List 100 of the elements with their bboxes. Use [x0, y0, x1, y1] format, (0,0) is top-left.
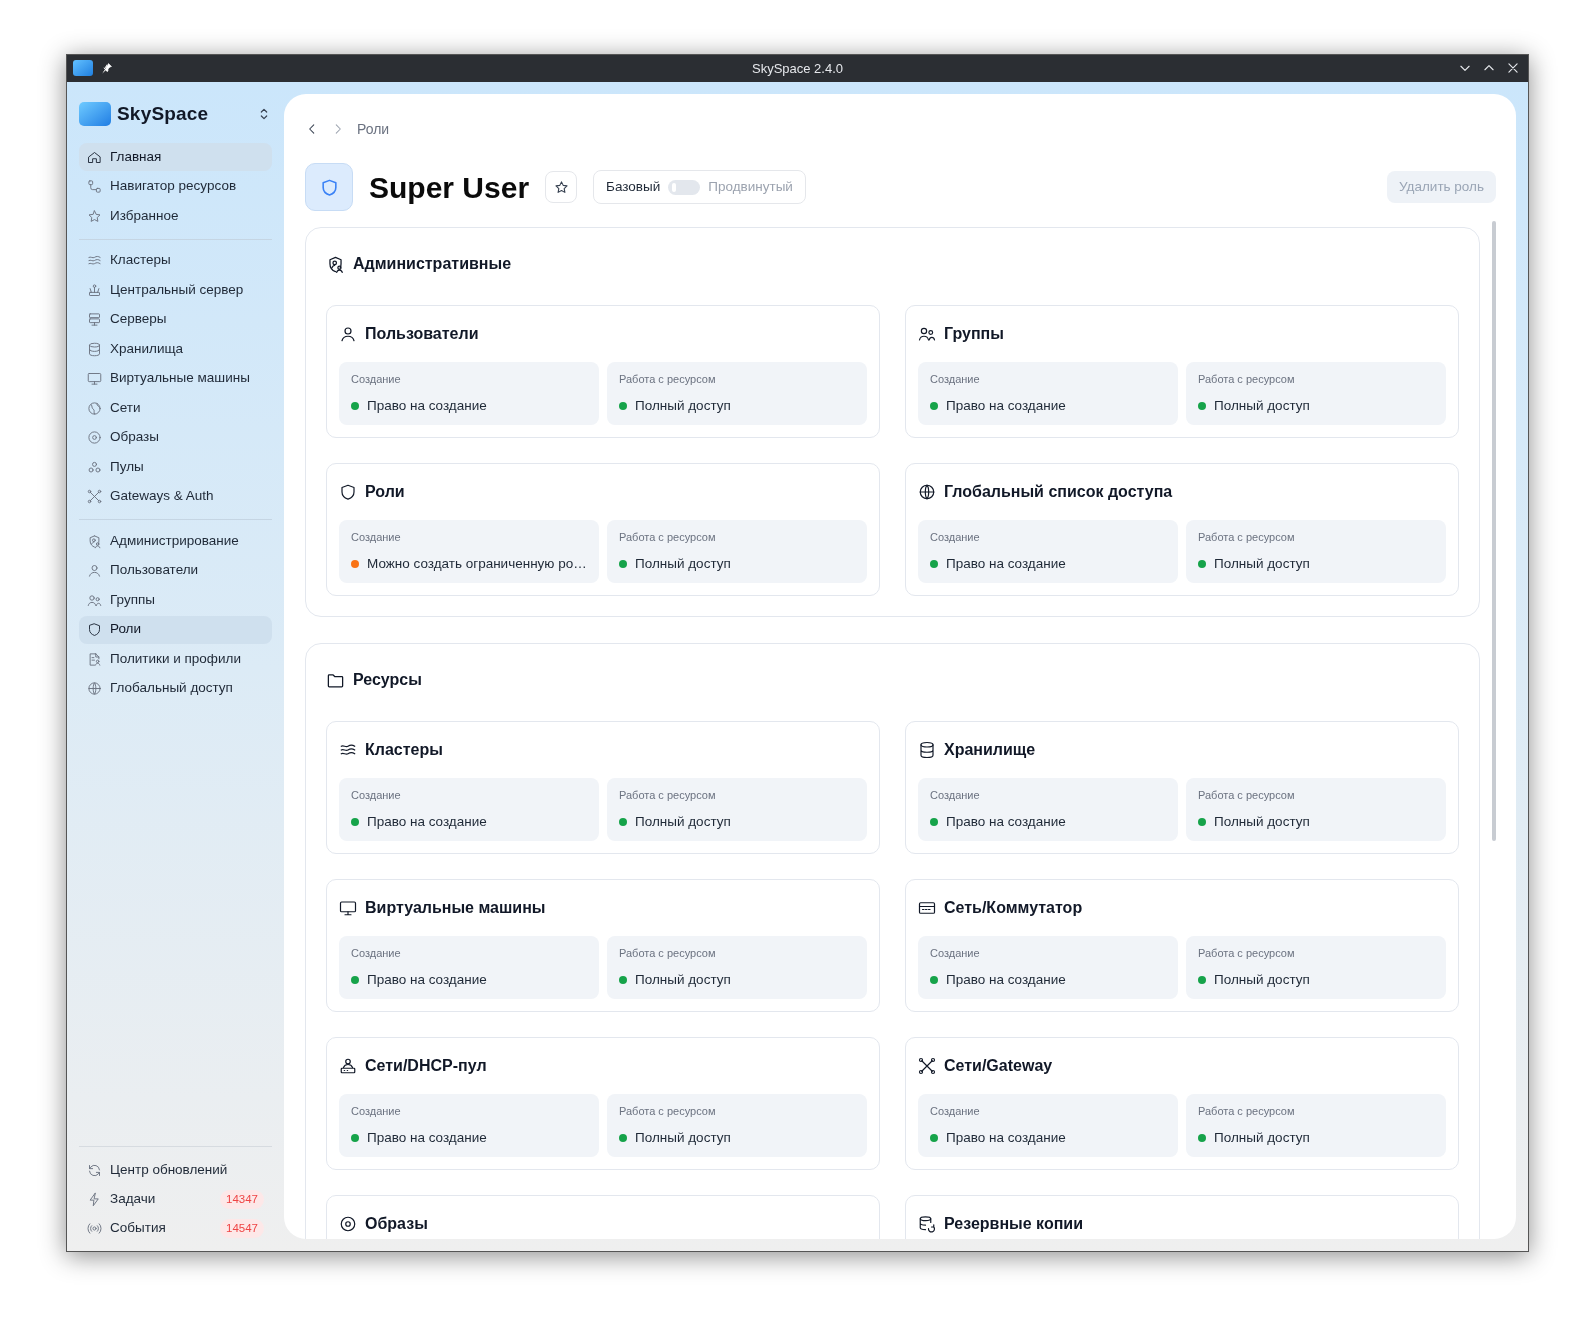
star-icon — [553, 179, 569, 195]
permission-label: Работа с ресурсом — [1198, 1104, 1296, 1119]
database-icon — [87, 341, 102, 357]
sidebar-item[interactable]: Образы — [79, 423, 272, 452]
sidebar-item[interactable]: События — [87, 1218, 166, 1239]
sidebar-item[interactable]: Кластеры — [79, 246, 272, 275]
sidebar-item[interactable]: Хранилища — [79, 335, 272, 363]
sidebar-item[interactable]: Виртуальные машины — [79, 364, 272, 393]
card-title: Глобальный список доступа — [944, 482, 1173, 502]
network-user-icon — [339, 1057, 357, 1075]
hub-icon — [87, 282, 102, 298]
pin-icon — [101, 62, 113, 74]
admin-shield-icon — [87, 533, 102, 549]
permission-label: Создание — [930, 372, 981, 387]
permission-value: Право на создание — [946, 813, 1066, 831]
section-title: Административные — [353, 254, 512, 274]
monitor-icon — [339, 899, 357, 917]
gateway-icon — [87, 489, 102, 504]
user-icon — [87, 563, 102, 578]
card-title: Кластеры — [365, 740, 443, 760]
users-icon — [87, 592, 102, 608]
sidebar-item[interactable]: Политики и профили — [79, 645, 272, 673]
sidebar-item[interactable]: Роли — [79, 615, 272, 644]
sidebar-item[interactable]: Gateways & Auth — [79, 482, 272, 511]
permission-label: Работа с ресурсом — [1198, 788, 1296, 803]
sidebar-item[interactable]: Центральный сервер — [79, 276, 272, 304]
sidebar-item[interactable]: Группы — [79, 586, 272, 614]
sidebar-item[interactable]: Серверы — [79, 305, 272, 334]
shield-icon — [319, 177, 339, 197]
network-icon — [87, 400, 102, 416]
card-title: Сети/Gateway — [944, 1056, 1053, 1076]
monitor-icon — [87, 371, 102, 386]
permission-value: Право на создание — [946, 971, 1066, 989]
permission-value: Полный доступ — [1214, 1129, 1310, 1147]
sidebar-item[interactable]: Глобальный доступ — [79, 674, 272, 703]
scrollbar-thumb[interactable] — [1492, 221, 1496, 841]
permission-label: Работа с ресурсом — [619, 946, 717, 961]
card-title: Хранилище — [944, 740, 1036, 760]
close-button[interactable] — [1506, 61, 1520, 75]
permission-label: Работа с ресурсом — [619, 530, 717, 545]
permission-value: Полный доступ — [1214, 397, 1310, 415]
card-title: Пользователи — [365, 324, 479, 344]
favorite-button[interactable] — [545, 171, 578, 203]
permission-label: Работа с ресурсом — [619, 1104, 717, 1119]
toggle-switch[interactable] — [668, 179, 701, 195]
disc-icon — [339, 1215, 357, 1233]
permission-label: Создание — [930, 530, 981, 545]
permission-value: Можно создать ограниченную ро… — [367, 555, 587, 573]
breadcrumb: Роли — [357, 119, 390, 139]
permission-value: Право на создание — [367, 397, 487, 415]
sidebar-item[interactable]: Администрирование — [79, 527, 272, 555]
gateway-icon — [918, 1057, 936, 1075]
sidebar-item[interactable]: Главная — [79, 143, 272, 171]
lightning-icon — [87, 1192, 102, 1207]
permission-label: Работа с ресурсом — [619, 372, 717, 387]
mode-label: Базовый — [606, 177, 661, 196]
sidebar-item[interactable]: Избранное — [79, 202, 272, 230]
permission-label: Работа с ресурсом — [1198, 946, 1296, 961]
permission-value: Право на создание — [946, 397, 1066, 415]
permission-label: Создание — [930, 1104, 981, 1119]
sidebar-item[interactable]: Пулы — [79, 453, 272, 481]
permission-label: Создание — [351, 946, 402, 961]
count-badge: 14547 — [220, 1218, 264, 1239]
sidebar-item[interactable]: Навигатор ресурсов — [79, 172, 272, 201]
card-title: Группы — [944, 324, 1004, 344]
circles-icon — [87, 459, 102, 475]
section-title: Ресурсы — [353, 670, 422, 690]
admin-shield-icon — [326, 254, 345, 274]
shield-icon — [87, 622, 102, 637]
app-icon — [73, 60, 93, 76]
permission-label: Создание — [930, 946, 981, 961]
refresh-icon — [87, 1163, 102, 1178]
permission-value: Полный доступ — [635, 1129, 731, 1147]
sidebar-item[interactable]: Задачи — [87, 1189, 156, 1210]
close-icon — [1506, 61, 1520, 75]
star-icon — [87, 208, 102, 224]
globe-icon — [87, 681, 102, 696]
sidebar-item[interactable]: Пользователи — [79, 556, 272, 585]
user-icon — [339, 325, 357, 343]
permission-label: Создание — [351, 1104, 402, 1119]
document-user-icon — [87, 651, 102, 667]
permission-label: Создание — [351, 530, 402, 545]
permission-label: Создание — [930, 788, 981, 803]
sidebar-item[interactable]: Сети — [79, 394, 272, 422]
permission-value: Право на создание — [367, 971, 487, 989]
card-title: Резервные копии — [944, 1214, 1083, 1234]
card-title: Виртуальные машины — [365, 898, 546, 918]
nodes-icon — [87, 179, 102, 194]
permission-value: Полный доступ — [635, 971, 731, 989]
permission-label: Работа с ресурсом — [1198, 372, 1296, 387]
shield-icon — [339, 483, 357, 501]
card-title: Сеть/Коммутатор — [944, 898, 1083, 918]
sidebar-item[interactable]: Центр обновлений — [87, 1160, 228, 1181]
house-icon — [87, 149, 102, 165]
mode-toggle[interactable]: Базовый Продвинутый — [593, 170, 806, 204]
logo-icon — [79, 102, 111, 126]
permission-value: Право на создание — [946, 555, 1066, 573]
permission-value: Полный доступ — [1214, 555, 1310, 573]
permission-value: Полный доступ — [635, 397, 731, 415]
permission-label: Создание — [351, 372, 402, 387]
